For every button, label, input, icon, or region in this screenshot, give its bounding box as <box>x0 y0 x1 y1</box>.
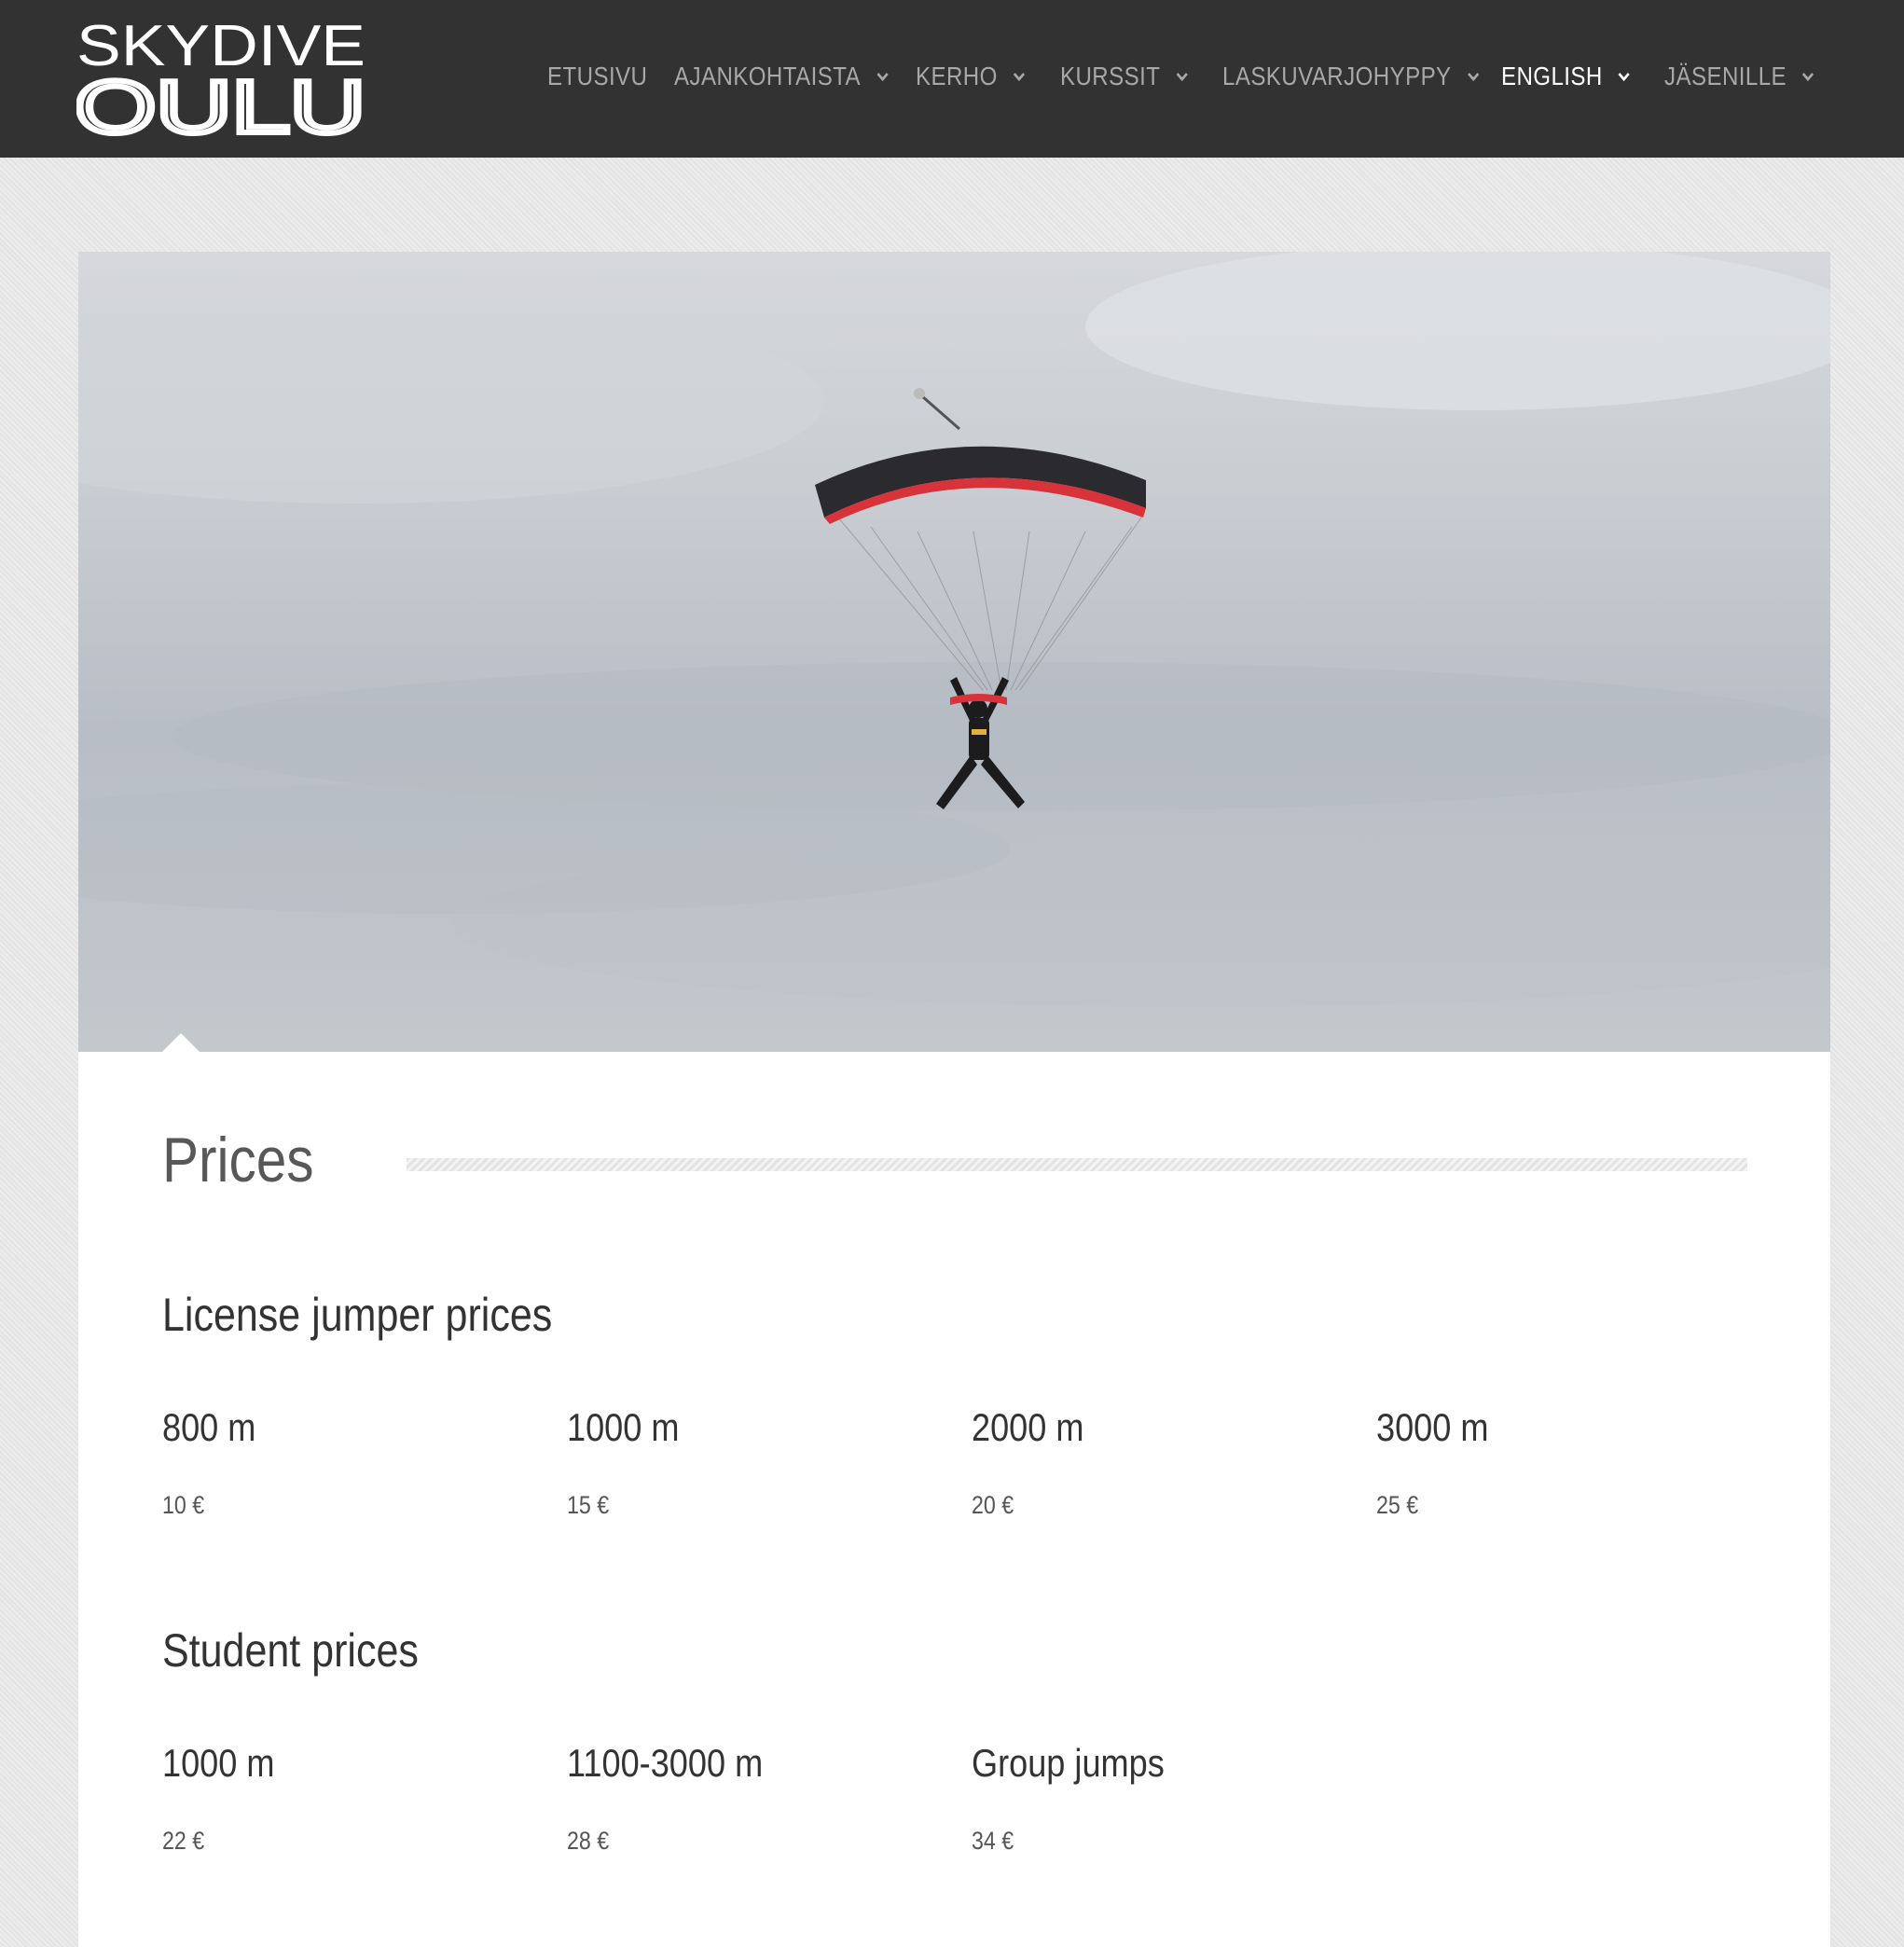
nav-item-kerho[interactable]: KERHO <box>916 48 1028 104</box>
nav-item-ajankohtaista[interactable]: AJANKOHTAISTA <box>674 48 891 104</box>
nav-item-english[interactable]: ENGLISH <box>1501 48 1633 104</box>
price-item: 1000 m 15 € <box>567 1405 959 1520</box>
price-item: Group jumps 34 € <box>972 1741 1363 1856</box>
price-value: 25 € <box>1376 1491 1419 1519</box>
price-altitude: 1000 m <box>567 1405 680 1449</box>
price-value: 10 € <box>162 1491 205 1519</box>
nav-label: ETUSIVU <box>547 62 648 90</box>
chevron-down-icon <box>874 66 891 87</box>
price-item: 1000 m 22 € <box>162 1741 554 1856</box>
section-heading-student: Student prices <box>162 1624 419 1677</box>
nav-label: KURSSIT <box>1060 62 1161 90</box>
nav-item-etusivu[interactable]: ETUSIVU <box>547 48 647 104</box>
price-altitude: Group jumps <box>972 1741 1165 1785</box>
price-value: 22 € <box>162 1827 205 1855</box>
price-altitude: 800 m <box>162 1405 256 1449</box>
hero-notch <box>162 1033 200 1052</box>
price-item: 800 m 10 € <box>162 1405 554 1520</box>
price-altitude: 2000 m <box>972 1405 1084 1449</box>
price-item: 1100-3000 m 28 € <box>567 1741 959 1856</box>
chevron-down-icon <box>1011 66 1028 87</box>
nav-item-jasenille[interactable]: JÄSENILLE <box>1664 48 1817 104</box>
price-altitude: 1000 m <box>162 1741 275 1785</box>
price-altitude: 3000 m <box>1376 1405 1489 1449</box>
price-value: 20 € <box>972 1491 1014 1519</box>
page-title: Prices <box>162 1125 314 1195</box>
nav-label: LASKUVARJOHYPPY <box>1222 62 1452 90</box>
nav-label: ENGLISH <box>1501 62 1603 90</box>
chevron-down-icon <box>1173 66 1191 87</box>
nav-label: AJANKOHTAISTA <box>674 62 862 90</box>
price-value: 34 € <box>972 1827 1014 1855</box>
chevron-down-icon <box>1800 66 1817 87</box>
price-item: 3000 m 25 € <box>1376 1405 1768 1520</box>
section-heading-license: License jumper prices <box>162 1289 553 1341</box>
price-value: 28 € <box>567 1827 610 1855</box>
price-altitude: 1100-3000 m <box>567 1741 764 1785</box>
site-header: SKYDIVE OULU ETUSIVU AJANKOHTAISTA KERHO… <box>0 0 1904 158</box>
price-value: 15 € <box>567 1491 610 1519</box>
nav-label: JÄSENILLE <box>1664 62 1787 90</box>
title-divider <box>407 1158 1747 1171</box>
price-item: 2000 m 20 € <box>972 1405 1363 1520</box>
chevron-down-icon <box>1464 66 1482 87</box>
main-nav: ETUSIVU AJANKOHTAISTA KERHO KURSSIT LASK… <box>0 48 1904 104</box>
hero-image <box>78 252 1830 1052</box>
parachutist-illustration <box>78 252 1830 1052</box>
nav-label: KERHO <box>916 62 998 90</box>
nav-item-kurssit[interactable]: KURSSIT <box>1060 48 1191 104</box>
chevron-down-icon <box>1615 66 1633 87</box>
nav-item-laskuvarjohyppy[interactable]: LASKUVARJOHYPPY <box>1222 48 1482 104</box>
